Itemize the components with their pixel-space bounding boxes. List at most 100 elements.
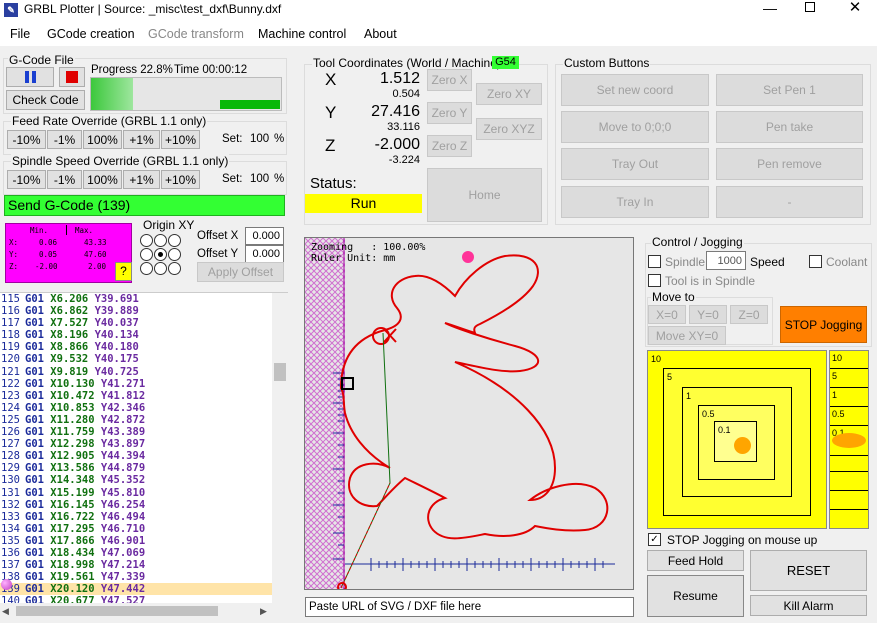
code-line[interactable]: 130 G01 X14.348 Y45.352 xyxy=(0,474,272,486)
jog-z-row-05[interactable]: 0.5 xyxy=(830,407,868,426)
code-line[interactable]: 139 G01 X20.120 Y47.442 xyxy=(0,583,272,596)
feed-hold-button[interactable]: Feed Hold xyxy=(647,550,744,571)
spindle-plus1-button[interactable]: +1% xyxy=(123,170,160,189)
maximize-icon[interactable] xyxy=(800,0,820,16)
z-zero-button[interactable]: Z=0 xyxy=(730,305,768,324)
menu-file[interactable]: File xyxy=(10,27,30,41)
stop-on-mouse-up-checkbox[interactable]: ✓ xyxy=(648,533,661,546)
origin-radio-bl[interactable] xyxy=(140,262,153,275)
code-line[interactable]: 124 G01 X10.853 Y42.346 xyxy=(0,402,272,414)
custom-button-tray-out[interactable]: Tray Out xyxy=(561,148,709,180)
code-line[interactable]: 115 G01 X6.206 Y39.691 xyxy=(0,293,272,305)
jog-z-neg-row-2[interactable] xyxy=(830,472,868,491)
origin-radio-tr[interactable] xyxy=(168,234,181,247)
zero-z-button[interactable]: Zero Z xyxy=(427,135,472,157)
code-line[interactable]: 137 G01 X18.998 Y47.214 xyxy=(0,559,272,571)
jog-ring-05[interactable]: 0.5 0.1 xyxy=(698,405,775,480)
zero-x-button[interactable]: Zero X xyxy=(427,69,472,91)
custom-button-tray-in[interactable]: Tray In xyxy=(561,186,709,218)
jog-z-neg-row-3[interactable] xyxy=(830,491,868,510)
gcode-editor[interactable]: 115 G01 X6.206 Y39.691 116 G01 X6.862 Y39.8… xyxy=(0,292,288,604)
menu-gcode-transform[interactable]: GCode transform xyxy=(148,27,244,41)
feed-plus10-button[interactable]: +10% xyxy=(161,130,200,149)
origin-radio-ml[interactable] xyxy=(140,248,153,261)
origin-radio-tc[interactable] xyxy=(154,234,167,247)
jog-z-pad[interactable]: 10 5 1 0.5 0.1 xyxy=(829,350,869,529)
reset-button[interactable]: RESET xyxy=(750,550,867,591)
code-line[interactable]: 132 G01 X16.145 Y46.254 xyxy=(0,499,272,511)
check-code-button[interactable]: Check Code xyxy=(6,90,85,110)
code-line[interactable]: 125 G01 X11.280 Y42.872 xyxy=(0,414,272,426)
menu-gcode-creation[interactable]: GCode creation xyxy=(47,27,135,41)
code-line[interactable]: 133 G01 X16.722 Y46.494 xyxy=(0,511,272,523)
zero-xyz-button[interactable]: Zero XYZ xyxy=(476,118,542,140)
code-line[interactable]: 118 G01 X8.196 Y40.134 xyxy=(0,329,272,341)
custom-button-set-pen-1[interactable]: Set Pen 1 xyxy=(716,74,863,106)
home-button[interactable]: Home xyxy=(427,168,542,222)
code-line[interactable]: 123 G01 X10.472 Y41.812 xyxy=(0,390,272,402)
apply-offset-button[interactable]: Apply Offset xyxy=(197,262,284,282)
stop-jogging-button[interactable]: STOP Jogging xyxy=(780,306,867,343)
feed-minus1-button[interactable]: -1% xyxy=(47,130,82,149)
custom-button-pen-remove[interactable]: Pen remove xyxy=(716,148,863,180)
origin-radio-mc[interactable] xyxy=(154,248,167,261)
spindle-minus10-button[interactable]: -10% xyxy=(7,170,46,189)
x-zero-button[interactable]: X=0 xyxy=(648,305,686,324)
hscroll-right[interactable]: ▶ xyxy=(260,606,267,617)
code-line[interactable]: 138 G01 X19.561 Y47.339 xyxy=(0,571,272,583)
code-line[interactable]: 126 G01 X11.759 Y43.389 xyxy=(0,426,272,438)
spindle-plus10-button[interactable]: +10% xyxy=(161,170,200,189)
code-line[interactable]: 116 G01 X6.862 Y39.889 xyxy=(0,305,272,317)
url-input[interactable]: Paste URL of SVG / DXF file here xyxy=(305,597,634,617)
offset-y-input[interactable]: 0.000 xyxy=(245,245,284,263)
spindle-checkbox[interactable] xyxy=(648,255,661,268)
jog-z-neg-row-1[interactable] xyxy=(830,455,868,472)
origin-radio-br[interactable] xyxy=(168,262,181,275)
feed-plus1-button[interactable]: +1% xyxy=(123,130,160,149)
code-line[interactable]: 131 G01 X15.199 Y45.810 xyxy=(0,487,272,499)
code-line[interactable]: 120 G01 X9.532 Y40.175 xyxy=(0,353,272,365)
code-line[interactable]: 121 G01 X9.819 Y40.725 xyxy=(0,366,272,378)
stop-button[interactable] xyxy=(59,67,85,87)
code-line[interactable]: 119 G01 X8.866 Y40.180 xyxy=(0,341,272,353)
jog-xy-pad[interactable]: 10 5 1 0.5 0.1 xyxy=(647,350,827,529)
pause-button[interactable] xyxy=(6,67,54,87)
coolant-checkbox[interactable] xyxy=(809,255,822,268)
custom-button-set-new-coord[interactable]: Set new coord xyxy=(561,74,709,106)
zero-y-button[interactable]: Zero Y xyxy=(427,102,472,124)
origin-radio-bc[interactable] xyxy=(154,262,167,275)
code-line[interactable]: 127 G01 X12.298 Y43.897 xyxy=(0,438,272,450)
feed-minus10-button[interactable]: -10% xyxy=(7,130,46,149)
origin-radio-tl[interactable] xyxy=(140,234,153,247)
move-xy-zero-button[interactable]: Move XY=0 xyxy=(648,326,726,345)
resume-button[interactable]: Resume xyxy=(647,575,744,617)
tool-in-spindle-checkbox[interactable] xyxy=(648,274,661,287)
jog-z-row-5[interactable]: 5 xyxy=(830,369,868,388)
custom-button-empty[interactable]: - xyxy=(716,186,863,218)
editor-hscrollbar[interactable]: ◀ ▶ xyxy=(0,603,288,619)
menu-about[interactable]: About xyxy=(364,27,397,41)
kill-alarm-button[interactable]: Kill Alarm xyxy=(750,595,867,616)
zero-xy-button[interactable]: Zero XY xyxy=(476,83,542,105)
code-line[interactable]: 117 G01 X7.527 Y40.037 xyxy=(0,317,272,329)
hscroll-thumb[interactable] xyxy=(16,606,218,616)
offset-x-input[interactable]: 0.000 xyxy=(245,227,284,245)
feed-100-button[interactable]: 100% xyxy=(83,130,122,149)
jog-z-row-10[interactable]: 10 xyxy=(830,351,868,369)
editor-scrollbar[interactable] xyxy=(272,293,288,604)
close-icon[interactable]: ✕ xyxy=(845,0,865,16)
code-line[interactable]: 122 G01 X10.130 Y41.271 xyxy=(0,378,272,390)
menu-machine-control[interactable]: Machine control xyxy=(258,27,346,41)
spindle-minus1-button[interactable]: -1% xyxy=(47,170,82,189)
send-gcode-button[interactable]: Send G-Code (139) xyxy=(4,195,285,216)
code-line[interactable]: 134 G01 X17.295 Y46.710 xyxy=(0,523,272,535)
code-line[interactable]: 129 G01 X13.586 Y44.879 xyxy=(0,462,272,474)
dims-help-button[interactable]: ? xyxy=(115,262,132,281)
origin-radio-mr[interactable] xyxy=(168,248,181,261)
jog-ring-01[interactable]: 0.1 xyxy=(714,421,757,462)
minimize-icon[interactable]: — xyxy=(756,0,784,16)
code-line[interactable]: 135 G01 X17.866 Y46.901 xyxy=(0,535,272,547)
drawing-canvas[interactable]: Zooming : 100.00% Ruler Unit: mm xyxy=(304,237,634,590)
y-zero-button[interactable]: Y=0 xyxy=(689,305,727,324)
hscroll-left[interactable]: ◀ xyxy=(2,606,9,617)
